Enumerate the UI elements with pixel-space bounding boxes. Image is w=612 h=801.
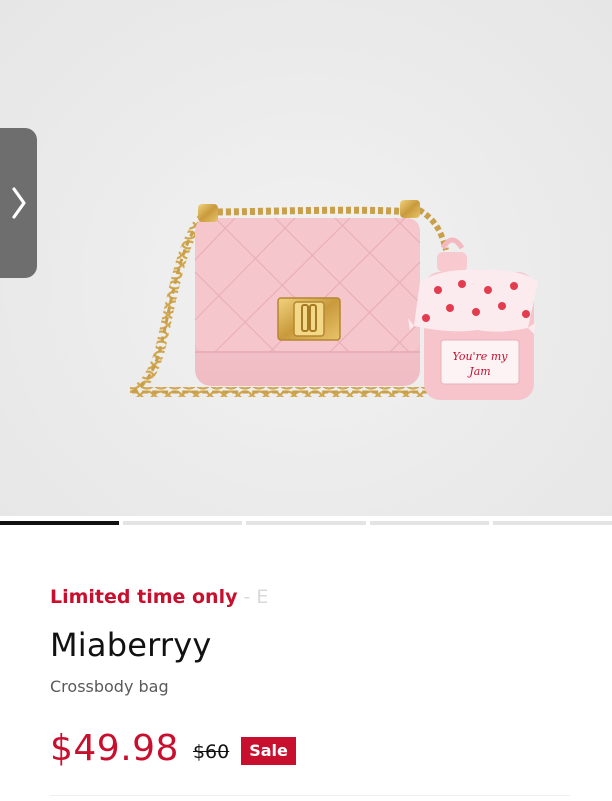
gallery-indicator [0,521,612,525]
current-price: $49.98 [50,728,179,769]
gallery-prev-button[interactable] [0,128,37,278]
sale-badge: Sale [241,736,296,765]
charm-label-line1: You're my [453,350,509,363]
divider [50,795,570,801]
promo-banner: Limited time only - E [50,586,268,608]
product-category: Crossbody bag [50,677,169,696]
gallery-indicator-dot[interactable] [123,521,243,525]
product-image-gallery[interactable]: You're my Jam [0,0,612,516]
promo-text: Limited time only [50,586,238,608]
gallery-indicator-dot[interactable] [0,521,120,525]
gallery-indicator-dot[interactable] [246,521,366,525]
promo-suffix: - E [243,586,269,608]
product-title: Miaberryy [50,626,212,664]
gallery-indicator-dot[interactable] [492,521,612,525]
chevron-icon [11,187,26,219]
original-price: $60 [192,740,230,763]
charm-label-line2: Jam [467,365,490,378]
price-row: $49.98 $60 Sale [50,728,296,769]
gallery-indicator-dot[interactable] [369,521,489,525]
product-image: You're my Jam [129,200,538,400]
